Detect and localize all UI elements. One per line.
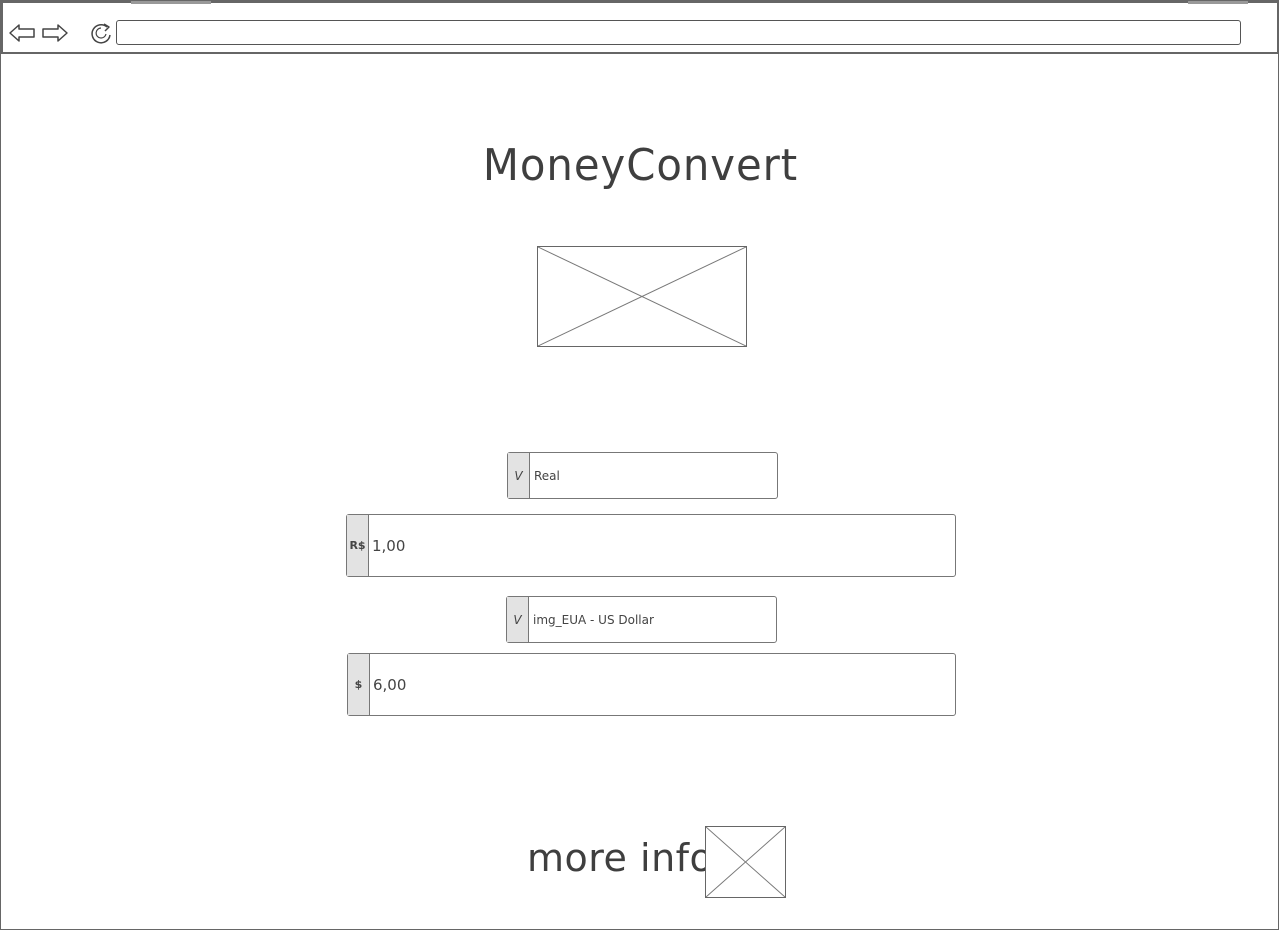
to-currency-value: img_EUA - US Dollar — [533, 612, 654, 627]
more-info-image-placeholder[interactable] — [705, 826, 786, 898]
reload-icon[interactable] — [87, 19, 115, 47]
to-currency-select[interactable]: V img_EUA - US Dollar — [506, 596, 777, 643]
chevron-down-icon[interactable]: V — [508, 453, 530, 498]
from-currency-value: Real — [534, 468, 560, 483]
logo-image-placeholder — [537, 246, 747, 347]
to-amount-value: 6,00 — [373, 675, 407, 694]
browser-toolbar — [1, 1, 1279, 54]
address-bar-input[interactable] — [116, 20, 1241, 45]
from-currency-symbol: R$ — [347, 515, 369, 576]
tab-indicator — [131, 1, 211, 4]
more-info-link[interactable]: more info — [527, 836, 713, 880]
page-title: MoneyConvert — [482, 140, 799, 191]
from-amount-field[interactable]: R$ 1,00 — [346, 514, 956, 577]
tab-indicator-right — [1188, 1, 1248, 4]
back-arrow-icon[interactable] — [8, 19, 36, 47]
chevron-down-icon[interactable]: V — [507, 597, 529, 642]
to-amount-field[interactable]: $ 6,00 — [347, 653, 956, 716]
from-amount-value: 1,00 — [372, 536, 406, 555]
forward-arrow-icon[interactable] — [41, 19, 69, 47]
from-currency-select[interactable]: V Real — [507, 452, 778, 499]
to-currency-symbol: $ — [348, 654, 370, 715]
